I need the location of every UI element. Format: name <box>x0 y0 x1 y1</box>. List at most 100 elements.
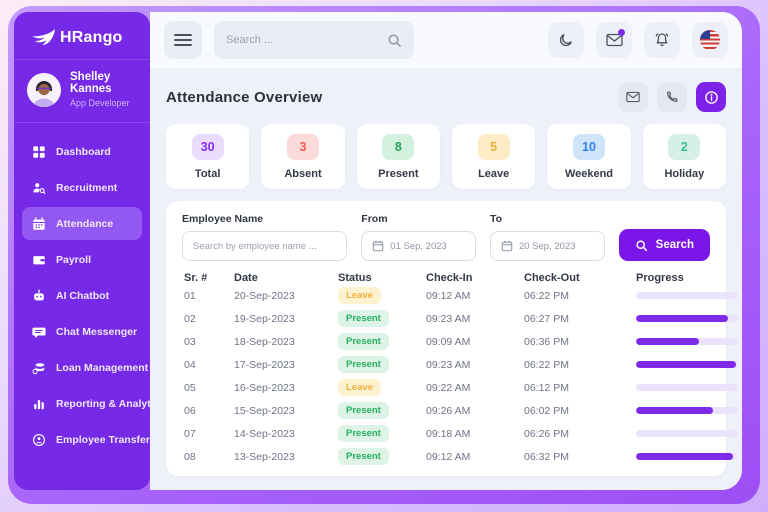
sidebar-item[interactable]: Recruitment <box>22 171 142 204</box>
cell-check-out: 06:32 PM <box>524 451 636 463</box>
table-row: 01 20-Sep-2023 Leave 09:12 AM 06:22 PM <box>182 284 710 307</box>
profile-text: Shelley Kannes App Developer <box>70 71 140 108</box>
table-row: 07 14-Sep-2023 Present 09:18 AM 06:26 PM <box>182 422 710 445</box>
chat-icon <box>31 324 46 339</box>
status-badge: Present <box>338 310 389 327</box>
sidebar: HRango Shelley Kannes App Developer <box>14 12 150 490</box>
sidebar-item-label: Payroll <box>56 254 91 266</box>
to-date-value: 20 Sep, 2023 <box>519 241 576 252</box>
stat-card: 2 Holiday <box>643 124 726 189</box>
from-date-field[interactable]: 01 Sep, 2023 <box>361 231 476 261</box>
sidebar-item[interactable]: AI Chatbot <box>22 279 142 312</box>
page-title: Attendance Overview <box>166 89 322 106</box>
to-filter: To 20 Sep, 2023 <box>490 213 605 261</box>
search-button-label: Search <box>656 239 694 251</box>
progress-bar <box>636 338 738 345</box>
dark-mode-toggle[interactable] <box>548 22 584 58</box>
cell-check-out: 06:22 PM <box>524 290 636 302</box>
transfer-icon <box>31 432 46 447</box>
sidebar-item[interactable]: Loan Management <box>22 351 142 384</box>
status-badge: Leave <box>338 287 381 304</box>
email-action-button[interactable] <box>618 82 648 112</box>
status-badge: Leave <box>338 379 381 396</box>
bell-icon <box>654 32 670 48</box>
cell-check-out: 06:27 PM <box>524 313 636 325</box>
table-row: 06 15-Sep-2023 Present 09:26 AM 06:02 PM <box>182 399 710 422</box>
page-header: Attendance Overview <box>166 82 726 112</box>
stat-card: 3 Absent <box>261 124 344 189</box>
search-icon <box>387 33 402 48</box>
info-action-button[interactable] <box>696 82 726 112</box>
cell-status: Present <box>338 310 426 327</box>
progress-bar <box>636 407 738 414</box>
attendance-panel: Employee Name From 01 Sep, 2023 <box>166 201 726 476</box>
to-date-field[interactable]: 20 Sep, 2023 <box>490 231 605 261</box>
hamburger-menu-button[interactable] <box>164 21 202 59</box>
cell-sr: 01 <box>184 290 234 302</box>
table-header: Sr. # Date Status Check-In Check-Out Pro… <box>182 272 710 284</box>
from-label: From <box>361 213 476 225</box>
messages-button[interactable] <box>596 22 632 58</box>
grid-icon <box>31 144 46 159</box>
progress-bar <box>636 292 738 299</box>
cell-status: Present <box>338 356 426 373</box>
progress-bar <box>636 315 738 322</box>
cell-progress <box>636 315 738 322</box>
sidebar-item[interactable]: Attendance <box>22 207 142 240</box>
main-panel: Attendance Overview <box>150 68 742 490</box>
sidebar-item[interactable]: Chat Messenger <box>22 315 142 348</box>
language-button[interactable] <box>692 22 728 58</box>
sidebar-item-label: Attendance <box>56 218 113 230</box>
stat-value: 2 <box>668 134 700 160</box>
wing-logo-icon <box>28 28 56 47</box>
sidebar-item-label: Loan Management <box>56 362 148 374</box>
sidebar-item[interactable]: Employee Transfer <box>22 423 142 456</box>
col-date: Date <box>234 272 338 284</box>
search-input[interactable] <box>226 34 379 46</box>
stat-value: 30 <box>192 134 224 160</box>
cell-status: Present <box>338 425 426 442</box>
stat-card: 30 Total <box>166 124 249 189</box>
employee-name-field[interactable] <box>182 231 347 261</box>
employee-name-input[interactable] <box>193 241 336 252</box>
stat-label: Absent <box>267 168 338 180</box>
table-row: 02 19-Sep-2023 Present 09:23 AM 06:27 PM <box>182 307 710 330</box>
mail-icon <box>626 91 640 103</box>
cell-status: Leave <box>338 287 426 304</box>
cell-progress <box>636 430 738 437</box>
progress-bar <box>636 453 738 460</box>
search-button[interactable]: Search <box>619 229 710 261</box>
call-action-button[interactable] <box>657 82 687 112</box>
sidebar-item[interactable]: Dashboard <box>22 135 142 168</box>
profile-name: Shelley Kannes <box>70 71 140 95</box>
cell-check-in: 09:09 AM <box>426 336 524 348</box>
sidebar-item[interactable]: Payroll <box>22 243 142 276</box>
stat-value: 10 <box>573 134 605 160</box>
user-profile[interactable]: Shelley Kannes App Developer <box>14 60 150 123</box>
content-area: Attendance Overview <box>150 12 742 490</box>
robot-icon <box>31 288 46 303</box>
stat-value: 5 <box>478 134 510 160</box>
global-search[interactable] <box>214 21 414 59</box>
attendance-table: Sr. # Date Status Check-In Check-Out Pro… <box>182 272 710 464</box>
cell-check-out: 06:26 PM <box>524 428 636 440</box>
sidebar-item-label: Recruitment <box>56 182 117 194</box>
table-row: 04 17-Sep-2023 Present 09:23 AM 06:22 PM <box>182 353 710 376</box>
notifications-button[interactable] <box>644 22 680 58</box>
sidebar-item[interactable]: Reporting & Analytics <box>22 387 142 420</box>
stat-label: Total <box>172 168 243 180</box>
cell-date: 18-Sep-2023 <box>234 336 338 348</box>
cell-check-in: 09:18 AM <box>426 428 524 440</box>
status-badge: Present <box>338 448 389 465</box>
bar-chart-icon <box>31 396 46 411</box>
sidebar-item-label: Dashboard <box>56 146 111 158</box>
cell-sr: 06 <box>184 405 234 417</box>
stat-label: Present <box>363 168 434 180</box>
cell-date: 17-Sep-2023 <box>234 359 338 371</box>
calendar-icon <box>372 240 384 252</box>
page-header-actions <box>618 82 726 112</box>
cell-date: 20-Sep-2023 <box>234 290 338 302</box>
user-search-icon <box>31 180 46 195</box>
stat-label: Holiday <box>649 168 720 180</box>
cell-progress <box>636 453 738 460</box>
